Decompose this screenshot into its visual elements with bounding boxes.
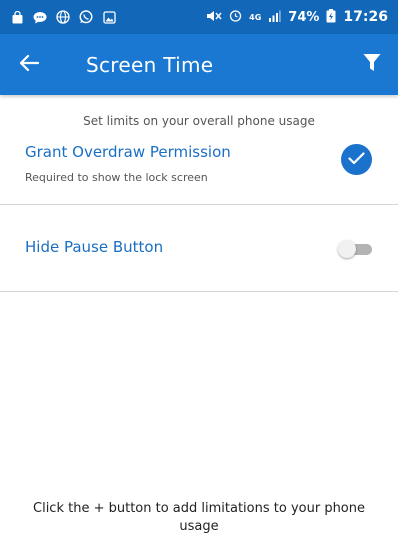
status-left-icons xyxy=(10,10,116,24)
setting-grant-overdraw-permission[interactable]: Grant Overdraw Permission Required to sh… xyxy=(0,138,398,204)
network-4g-icon: 4G xyxy=(249,12,262,22)
mute-icon xyxy=(206,10,222,25)
settings-subtitle: Set limits on your overall phone usage xyxy=(83,114,315,128)
setting-hide-pause-button[interactable]: Hide Pause Button xyxy=(0,206,398,292)
signal-icon xyxy=(268,10,282,25)
whatsapp-icon xyxy=(79,10,93,24)
clock-time: 17:26 xyxy=(343,9,388,25)
status-right-icons: 4G 74% 17:26 xyxy=(206,8,388,26)
divider xyxy=(0,204,398,205)
empty-state-message: Click the + button to add limitations to… xyxy=(33,501,365,534)
divider xyxy=(0,291,398,292)
hide-pause-toggle[interactable] xyxy=(338,240,374,258)
filter-button[interactable] xyxy=(346,34,398,95)
setting-description: Required to show the lock screen xyxy=(25,171,208,184)
back-arrow-icon xyxy=(19,54,40,76)
globe-icon xyxy=(56,10,70,24)
toggle-thumb xyxy=(338,240,356,258)
status-bar: 4G 74% 17:26 xyxy=(0,0,398,34)
filter-icon xyxy=(363,53,381,77)
alarm-icon xyxy=(229,9,242,25)
setting-title: Grant Overdraw Permission xyxy=(25,143,231,161)
page-title: Screen Time xyxy=(86,52,214,77)
permission-checkbox[interactable] xyxy=(341,144,372,175)
battery-percent: 74% xyxy=(288,9,320,25)
battery-charging-icon xyxy=(326,8,336,26)
check-icon xyxy=(348,150,365,169)
message-icon xyxy=(33,10,47,24)
gallery-icon xyxy=(102,10,116,24)
setting-title: Hide Pause Button xyxy=(25,238,164,256)
app-bar: Screen Time xyxy=(0,34,398,95)
back-button[interactable] xyxy=(0,34,58,95)
shopping-bag-icon xyxy=(10,10,24,24)
